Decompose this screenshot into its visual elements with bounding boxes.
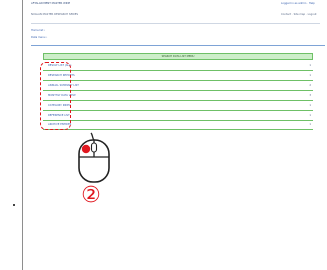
list-row[interactable]: ARCHIVE ENTRIES 1 — [43, 121, 313, 130]
panel-header: SEARCH DATA LIST MENU — [43, 53, 313, 60]
list-row[interactable]: ANNUAL SUMMARY LIST 2 — [43, 82, 313, 91]
header-divider — [31, 23, 320, 24]
list-row[interactable]: MONTHLY DATA VIEW 3 — [43, 92, 313, 101]
row-value: 3 — [309, 94, 311, 97]
mouse-click-icon — [78, 132, 110, 183]
row-value: 1 — [309, 64, 311, 67]
header-utility-links[interactable]: Contact · Site map · Logout — [281, 13, 317, 16]
list-row[interactable]: CATEGORY INDEX 1 — [43, 102, 313, 111]
row-value: 1 — [309, 104, 311, 107]
breadcrumb-data-menu[interactable]: Data menu › — [31, 36, 47, 39]
panel-heading: SEARCH DATA LIST MENU — [161, 55, 195, 58]
site-title: AFTALAN MENT MASTER WIDE — [31, 2, 71, 5]
row-value: 2 — [309, 84, 311, 87]
list-row[interactable]: RESULT LIST (ALL) 1 — [43, 62, 313, 71]
highlight-dashed-box — [40, 62, 71, 130]
browser-page: AFTALAN MENT MASTER WIDE NUALAN MASTER R… — [22, 0, 327, 270]
header-user-links[interactable]: Logged in as admin · Help — [281, 2, 315, 5]
breadcrumb-home[interactable]: Home list › — [31, 29, 45, 32]
row-value: 1 — [309, 123, 311, 126]
row-value: 1 — [309, 74, 311, 77]
section-divider — [31, 45, 325, 46]
list-row[interactable]: REFERENCE LIST 1 — [43, 112, 313, 121]
step-number-label: ② — [81, 183, 101, 208]
row-value: 1 — [309, 114, 311, 117]
list-row[interactable]: RESEARCH REPORTS 1 — [43, 72, 313, 81]
margin-marker — [13, 204, 15, 206]
site-subtitle: NUALAN MASTER RESEARCH SERIES — [31, 13, 79, 16]
